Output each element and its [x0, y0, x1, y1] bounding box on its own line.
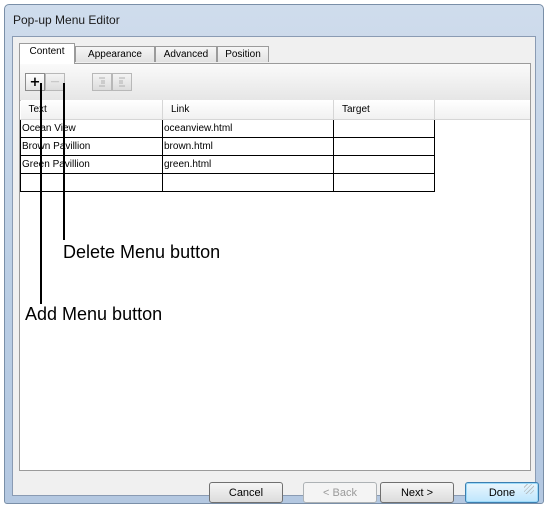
table-row[interactable]: Brown Pavillion brown.html	[20, 137, 435, 156]
add-menu-callout-line	[40, 83, 42, 304]
indent-icon	[99, 77, 105, 87]
resize-grip[interactable]	[524, 484, 534, 494]
tab-position[interactable]: Position	[217, 46, 269, 62]
indent-button[interactable]	[92, 73, 112, 91]
minus-icon: —	[50, 77, 60, 87]
cell-link[interactable]	[162, 173, 334, 192]
cell-target[interactable]	[333, 119, 435, 138]
table-row[interactable]	[20, 173, 435, 192]
plus-icon: +	[29, 74, 41, 90]
cell-target[interactable]	[333, 155, 435, 174]
tab-advanced[interactable]: Advanced	[155, 46, 217, 62]
table-row[interactable]: Green Pavillion green.html	[20, 155, 435, 174]
outdent-icon	[119, 77, 125, 87]
table-row[interactable]: Ocean View oceanview.html	[20, 119, 435, 138]
cell-link[interactable]: green.html	[162, 155, 334, 174]
content-panel: + — Text Link Target Ocean View oceanvie…	[19, 63, 531, 471]
cell-target[interactable]	[333, 137, 435, 156]
add-menu-callout: Add Menu button	[25, 304, 163, 324]
tab-appearance[interactable]: Appearance	[75, 46, 155, 62]
title-bar[interactable]: Pop-up Menu Editor	[5, 5, 543, 35]
column-header-link[interactable]: Link	[162, 100, 334, 120]
cell-target[interactable]	[333, 173, 435, 192]
menu-items-table: Text Link Target Ocean View oceanview.ht…	[20, 100, 435, 192]
back-button[interactable]: < Back	[303, 482, 377, 503]
menu-toolbar: + —	[20, 64, 530, 101]
tab-content[interactable]: Content	[19, 43, 75, 64]
cell-link[interactable]: oceanview.html	[162, 119, 334, 138]
cancel-button[interactable]: Cancel	[209, 482, 283, 503]
cell-link[interactable]: brown.html	[162, 137, 334, 156]
column-header-target[interactable]: Target	[333, 100, 435, 120]
window-title: Pop-up Menu Editor	[13, 13, 120, 27]
table-header-row: Text Link Target	[20, 100, 435, 120]
next-button[interactable]: Next >	[380, 482, 454, 503]
table-header-filler	[434, 100, 530, 120]
delete-menu-callout-line	[63, 83, 65, 240]
add-menu-button[interactable]: +	[25, 73, 45, 91]
dialog-client-area: Content Appearance Advanced Position + —	[12, 36, 539, 503]
outdent-button[interactable]	[112, 73, 132, 91]
delete-menu-button[interactable]: —	[45, 73, 65, 91]
delete-menu-callout: Delete Menu button	[63, 242, 221, 262]
